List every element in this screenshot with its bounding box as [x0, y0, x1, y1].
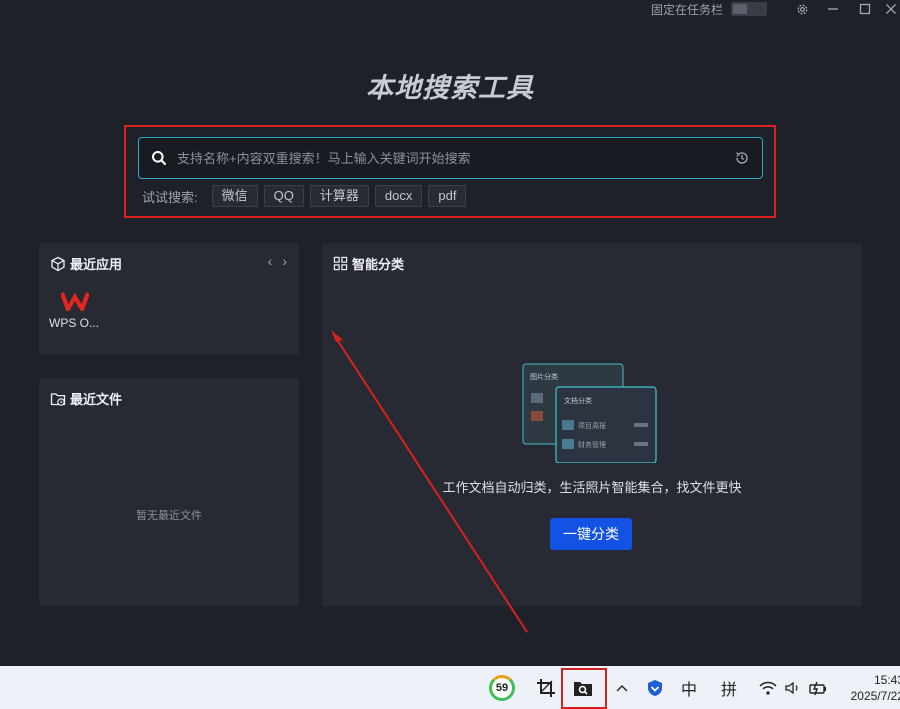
clock-time: 15:43	[873, 673, 900, 687]
illus-back-card-title: 图片分类	[530, 372, 558, 381]
wps-logo-icon	[61, 292, 89, 311]
settings-icon[interactable]	[793, 0, 811, 18]
empty-files-text: 暂无最近文件	[136, 510, 202, 522]
shield-icon[interactable]	[644, 666, 666, 709]
app-item-wps[interactable]: WPS O...	[49, 291, 109, 330]
recent-apps-panel: 最近应用 ‹ › WPS O...	[39, 243, 299, 355]
ime-mode-indicator[interactable]: 拼	[718, 666, 740, 709]
history-icon[interactable]	[734, 150, 750, 166]
smart-classify-title: 智能分类	[352, 257, 405, 272]
pin-to-taskbar-label: 固定在任务栏	[651, 3, 724, 17]
search-icon	[152, 151, 167, 166]
try-search-label: 试试搜索:	[142, 189, 198, 205]
folder-clock-icon	[50, 392, 66, 406]
volume-icon[interactable]	[783, 666, 803, 709]
recent-apps-title: 最近应用	[70, 257, 123, 272]
security-score-value: 59	[489, 674, 515, 701]
smart-classify-panel: 智能分类 图片分类 文档分类 项目周报 财务管理 工作文档自动归类，生活照片智能…	[322, 243, 862, 606]
one-click-classify-button[interactable]: 一键分类	[550, 518, 632, 550]
recent-apps-header: 最近应用	[50, 254, 122, 273]
crop-tool-icon[interactable]	[533, 666, 559, 709]
recent-files-title: 最近文件	[70, 392, 123, 407]
wifi-icon[interactable]	[758, 666, 778, 709]
app-name: WPS O...	[49, 316, 100, 330]
clock-date: 2025/7/22	[850, 689, 900, 703]
tag-docx[interactable]: docx	[374, 185, 423, 207]
classify-illustration: 图片分类 文档分类 项目周报 财务管理	[522, 363, 657, 463]
battery-icon[interactable]	[807, 666, 829, 709]
smart-classify-header: 智能分类	[333, 254, 404, 273]
taskbar-clock[interactable]: 15:43 2025/7/22	[851, 672, 900, 704]
ime-language-indicator[interactable]: 中	[678, 666, 700, 709]
cube-icon	[51, 256, 65, 271]
recent-apps-nav: ‹ ›	[258, 253, 287, 269]
tag-wechat[interactable]: 微信	[211, 185, 258, 207]
minimize-icon[interactable]	[824, 0, 842, 18]
maximize-icon[interactable]	[856, 0, 874, 18]
suggested-searches: 试试搜索: 微信 QQ 计算器 docx pdf	[142, 185, 472, 207]
chevron-up-icon[interactable]	[612, 666, 632, 709]
illus-row-2: 财务管理	[578, 440, 606, 449]
windows-taskbar: 59 中 拼 15:43 2025/7/22	[0, 666, 900, 709]
grid-icon	[333, 256, 348, 271]
tag-qq[interactable]: QQ	[263, 185, 304, 207]
title-bar: 固定在任务栏	[0, 0, 900, 18]
taskbar-icon-highlight-box	[561, 668, 607, 709]
recent-files-panel: 最近文件 暂无最近文件	[39, 378, 299, 606]
prev-arrow-icon[interactable]: ‹	[268, 253, 273, 269]
search-input[interactable]	[177, 146, 717, 170]
tag-pdf[interactable]: pdf	[428, 185, 467, 207]
illus-row-1: 项目周报	[578, 421, 606, 430]
security-score-badge[interactable]: 59	[487, 666, 517, 709]
close-icon[interactable]	[882, 0, 900, 18]
search-box[interactable]	[138, 137, 763, 179]
pin-to-taskbar-toggle[interactable]	[731, 2, 767, 16]
next-arrow-icon[interactable]: ›	[282, 253, 287, 269]
recent-files-header: 最近文件	[50, 389, 122, 408]
illus-front-card-title: 文档分类	[564, 396, 592, 405]
tag-calculator[interactable]: 计算器	[309, 185, 369, 207]
app-title: 本地搜索工具	[366, 73, 534, 103]
smart-classify-description: 工作文档自动归类，生活照片智能集合，找文件更快	[442, 480, 742, 495]
